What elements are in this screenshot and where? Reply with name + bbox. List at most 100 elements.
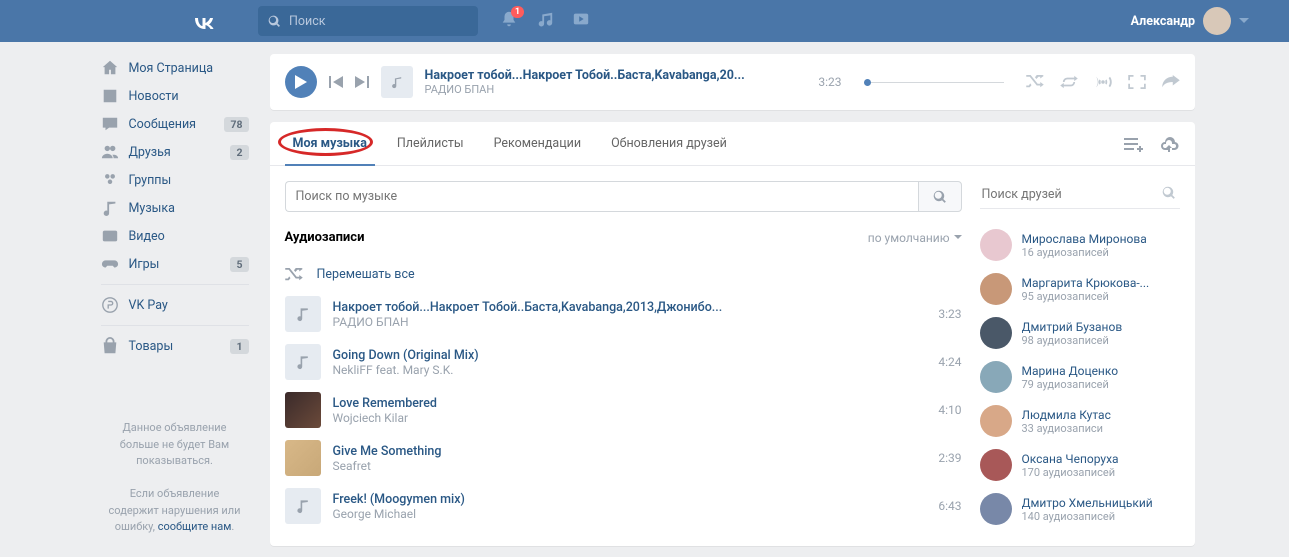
friend-sub: 98 аудиозаписей: [1022, 334, 1123, 347]
track-title: Going Down (Original Mix): [333, 348, 927, 363]
sort-select[interactable]: по умолчанию: [868, 231, 962, 245]
search-input[interactable]: [289, 14, 468, 29]
friend-row[interactable]: Марина Доценко 79 аудиозаписей: [980, 355, 1180, 399]
track-thumb: [285, 296, 321, 332]
tab-1[interactable]: Плейлисты: [389, 122, 472, 165]
music-search-input[interactable]: [285, 181, 918, 212]
user-menu[interactable]: Александр: [1131, 7, 1249, 35]
track-thumb: [285, 392, 321, 428]
friend-sub: 170 аудиозаписей: [1022, 466, 1119, 479]
nav-goods[interactable]: Товары 1: [95, 332, 255, 360]
track-row[interactable]: Going Down (Original Mix) NekliFF feat. …: [285, 338, 962, 386]
track-row[interactable]: Накроет тобой...Накроет Тобой..Баста,Kav…: [285, 290, 962, 338]
video-header-icon[interactable]: [572, 10, 590, 32]
player-artist: РАДИО БПАН: [425, 83, 807, 96]
notif-badge: 1: [511, 6, 524, 18]
nav-vkpay[interactable]: VK Pay: [95, 291, 255, 319]
top-header: 1 Александр: [0, 0, 1289, 42]
track-artist: George Michael: [333, 507, 927, 521]
nav-item-2[interactable]: Сообщения 78: [95, 110, 255, 138]
friend-sub: 95 аудиозаписей: [1022, 290, 1150, 303]
player-thumb: [381, 66, 413, 98]
track-row[interactable]: Give Me Something Seafret 2:39: [285, 434, 962, 482]
friend-name: Людмила Кутас: [1022, 408, 1111, 422]
nav-item-6[interactable]: Видео: [95, 222, 255, 250]
friend-search: [980, 181, 1180, 209]
track-title: Love Remembered: [333, 396, 927, 411]
friend-sub: 79 аудиозаписей: [1022, 378, 1119, 391]
nav-item-4[interactable]: Группы: [95, 166, 255, 194]
track-title: Freek! (Moogymen mix): [333, 492, 927, 507]
nav-item-7[interactable]: Игры 5: [95, 250, 255, 278]
chevron-down-icon: [954, 235, 962, 240]
repeat-icon[interactable]: [1060, 75, 1078, 89]
nav-item-1[interactable]: Новости: [95, 82, 255, 110]
share-icon[interactable]: [1162, 75, 1180, 89]
tab-2[interactable]: Рекомендации: [486, 122, 589, 165]
ad-notice: Данное объявление больше не будет Вам по…: [95, 420, 255, 536]
friend-name: Мирослава Миронова: [1022, 232, 1147, 246]
track-artist: NekliFF feat. Mary S.K.: [333, 363, 927, 377]
search-icon: [1162, 186, 1176, 200]
search-box[interactable]: [258, 6, 478, 36]
friend-avatar: [980, 273, 1012, 305]
track-duration: 4:24: [938, 355, 961, 369]
friend-name: Дмитро Хмельницький: [1022, 496, 1153, 510]
friend-avatar: [980, 449, 1012, 481]
user-avatar: [1203, 7, 1231, 35]
music-header-icon[interactable]: [536, 10, 554, 32]
music-search: [285, 181, 962, 212]
nav-item-3[interactable]: Друзья 2: [95, 138, 255, 166]
track-title: Give Me Something: [333, 444, 927, 459]
next-button[interactable]: [355, 73, 369, 92]
playlist-add-icon[interactable]: [1124, 136, 1144, 152]
track-artist: РАДИО БПАН: [333, 315, 927, 329]
friend-row[interactable]: Маргарита Крюкова-... 95 аудиозаписей: [980, 267, 1180, 311]
track-duration: 6:43: [938, 499, 961, 513]
track-duration: 2:39: [938, 451, 961, 465]
broadcast-icon[interactable]: [1094, 75, 1112, 89]
friend-sub: 16 аудиозаписей: [1022, 246, 1147, 259]
track-row[interactable]: Freek! (Moogymen mix) George Michael 6:4…: [285, 482, 962, 530]
friend-row[interactable]: Оксана Чепоруха 170 аудиозаписей: [980, 443, 1180, 487]
track-thumb: [285, 344, 321, 380]
expand-icon[interactable]: [1128, 75, 1146, 89]
upload-icon[interactable]: [1160, 136, 1180, 152]
user-name: Александр: [1131, 14, 1195, 29]
shuffle-icon[interactable]: [1026, 75, 1044, 89]
friend-sub: 140 аудиозаписей: [1022, 510, 1153, 523]
friend-row[interactable]: Мирослава Миронова 16 аудиозаписей: [980, 223, 1180, 267]
friend-row[interactable]: Дмитрий Бузанов 98 аудиозаписей: [980, 311, 1180, 355]
shuffle-all[interactable]: Перемешать все: [285, 259, 962, 290]
friend-name: Маргарита Крюкова-...: [1022, 276, 1150, 290]
friend-sub: 33 аудиозаписи: [1022, 422, 1111, 435]
track-artist: Seafret: [333, 459, 927, 473]
friend-row[interactable]: Дмитро Хмельницький 140 аудиозаписей: [980, 487, 1180, 531]
track-duration: 4:10: [938, 403, 961, 417]
tabs-bar: Моя музыка Плейлисты Рекомендации Обновлени…: [270, 122, 1195, 166]
friend-search-input[interactable]: [980, 181, 1180, 209]
friend-avatar: [980, 405, 1012, 437]
ad-report-link[interactable]: сообщите нам: [158, 520, 232, 533]
notifications-icon[interactable]: 1: [500, 10, 518, 32]
music-panel: Моя музыка Плейлисты Рекомендации Обновлени…: [270, 122, 1195, 546]
tab-3[interactable]: Обновления друзей: [603, 122, 735, 165]
player-bar: Накроет тобой...Накроет Тобой..Баста,Kav…: [270, 54, 1195, 110]
player-progress[interactable]: [864, 82, 1004, 83]
friend-row[interactable]: Людмила Кутас 33 аудиозаписи: [980, 399, 1180, 443]
nav-item-5[interactable]: Музыка: [95, 194, 255, 222]
player-title: Накроет тобой...Накроет Тобой..Баста,Kav…: [425, 68, 807, 83]
prev-button[interactable]: [329, 73, 343, 92]
left-sidebar: Моя Страница Новости Сообщения 78 Друзья…: [95, 54, 255, 546]
nav-item-0[interactable]: Моя Страница: [95, 54, 255, 82]
track-row[interactable]: Love Remembered Wojciech Kilar 4:10: [285, 386, 962, 434]
play-button[interactable]: [285, 66, 317, 98]
search-icon: [268, 15, 281, 28]
friend-avatar: [980, 493, 1012, 525]
friend-avatar: [980, 229, 1012, 261]
track-thumb: [285, 488, 321, 524]
tab-0[interactable]: Моя музыка: [285, 122, 375, 165]
vk-logo[interactable]: [190, 7, 218, 35]
music-search-button[interactable]: [918, 181, 962, 212]
friend-name: Дмитрий Бузанов: [1022, 320, 1123, 334]
